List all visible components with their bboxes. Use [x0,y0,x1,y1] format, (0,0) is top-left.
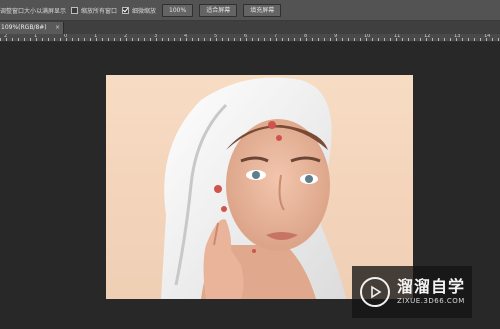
ruler-ticks [0,38,500,41]
fit-screen-button[interactable]: 适合屏幕 [199,3,238,17]
scrubby-zoom-option[interactable]: 细微缩放 [122,6,156,15]
play-logo-icon [360,277,390,307]
resize-windows-label: 调整窗口大小以满屏显示 [0,7,67,15]
scrubby-zoom-label: 细微缩放 [132,7,157,15]
document-tab-bar: 109%(RGB/8#) × [0,21,500,35]
resize-windows-option[interactable]: 调整窗口大小以满屏显示 [0,6,66,15]
watermark-badge: 溜溜自学 ZIXUE.3D66.COM [352,266,472,318]
document-tab[interactable]: 109%(RGB/8#) × [0,22,64,34]
zoom-all-windows-checkbox[interactable] [71,6,79,14]
fill-screen-button[interactable]: 填充屏幕 [243,3,282,17]
zoom-100-button[interactable]: 100% [162,3,194,17]
horizontal-ruler[interactable]: 21012345678910111213141516 [0,34,500,42]
options-bar: 调整窗口大小以满屏显示 缩放所有窗口 细微缩放 100% 适合屏幕 填充屏幕 [0,0,500,21]
document-tab-title: 109%(RGB/8#) [1,24,47,31]
scrubby-zoom-checkbox[interactable] [122,6,130,14]
zoom-all-windows-label: 缩放所有窗口 [81,7,118,15]
watermark-title: 溜溜自学 [397,277,466,296]
zoom-all-windows-option[interactable]: 缩放所有窗口 [71,6,117,15]
close-icon[interactable]: × [55,22,60,34]
watermark-url: ZIXUE.3D66.COM [397,297,465,305]
